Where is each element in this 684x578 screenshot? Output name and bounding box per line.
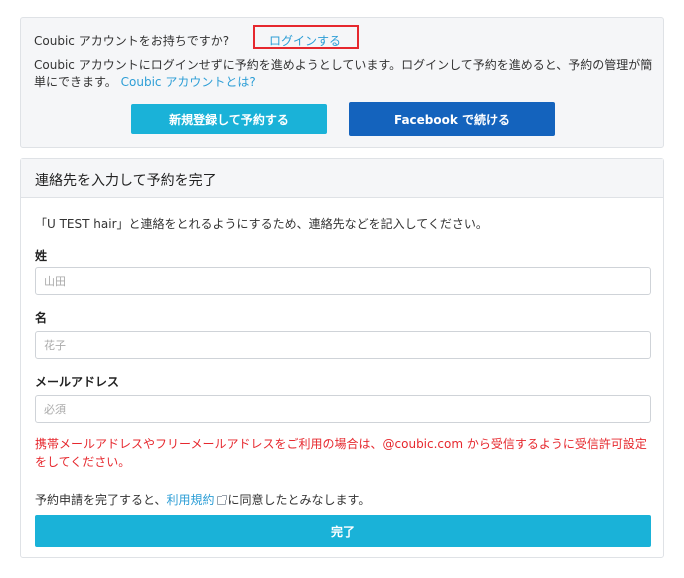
- register-and-book-button[interactable]: 新規登録して予約する: [131, 104, 327, 134]
- terms-suffix: に同意したとみなします。: [227, 493, 371, 507]
- login-description: Coubic アカウントにログインせずに予約を進めようとしています。ログインして…: [34, 57, 654, 91]
- complete-booking-button[interactable]: 完了: [35, 515, 651, 547]
- login-panel: Coubic アカウントをお持ちですか? ログインする Coubic アカウント…: [20, 17, 664, 148]
- contact-form-intro: 「U TEST hair」と連絡をとれるようにするため、連絡先などを記入してくだ…: [35, 217, 488, 231]
- contact-form-title: 連絡先を入力して予約を完了: [35, 173, 217, 189]
- last-name-label: 姓: [35, 249, 48, 263]
- terms-of-service-link[interactable]: 利用規約: [167, 493, 215, 507]
- last-name-input[interactable]: [35, 267, 651, 295]
- terms-agreement-text: 予約申請を完了すると、利用規約 に同意したとみなします。: [35, 491, 370, 508]
- first-name-label: 名: [35, 311, 48, 325]
- facebook-continue-button[interactable]: Facebook で続ける: [349, 102, 555, 136]
- login-link[interactable]: ログインする: [269, 32, 341, 49]
- email-warning-text: 携帯メールアドレスやフリーメールアドレスをご利用の場合は、@coubic.com…: [35, 437, 647, 469]
- about-coubic-account-link[interactable]: Coubic アカウントとは?: [121, 75, 256, 89]
- login-question-text: Coubic アカウントをお持ちですか?: [34, 34, 230, 48]
- contact-form-card: 連絡先を入力して予約を完了 「U TEST hair」と連絡をとれるようにするた…: [20, 158, 664, 558]
- first-name-input[interactable]: [35, 331, 651, 359]
- terms-prefix: 予約申請を完了すると、: [35, 493, 167, 507]
- contact-form-header: 連絡先を入力して予約を完了: [21, 159, 663, 198]
- email-input[interactable]: [35, 395, 651, 423]
- external-link-icon: [216, 495, 227, 505]
- email-label: メールアドレス: [35, 375, 120, 389]
